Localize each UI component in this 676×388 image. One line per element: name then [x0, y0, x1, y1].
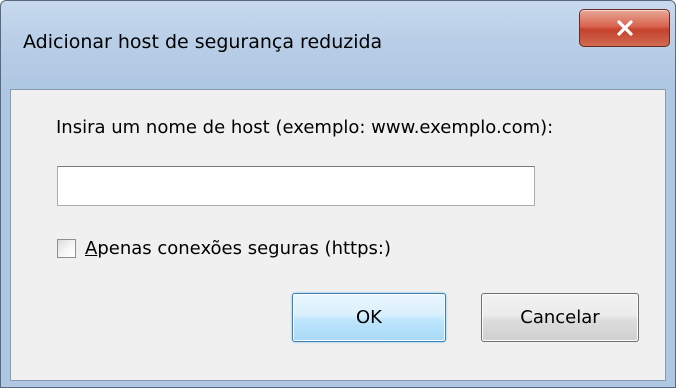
host-name-input[interactable] — [57, 166, 535, 206]
host-prompt-label: Insira um nome de host (exemplo: www.exe… — [56, 117, 554, 138]
secure-only-checkbox[interactable] — [57, 238, 76, 258]
cancel-button[interactable]: Cancelar — [481, 293, 639, 342]
dialog-title: Adicionar host de segurança reduzida — [23, 31, 383, 53]
close-button[interactable] — [579, 9, 670, 47]
close-x-icon — [616, 20, 634, 36]
secure-only-mnemonic: A — [85, 237, 98, 259]
secure-only-label: Apenas conexões seguras (https:) — [85, 238, 391, 259]
secure-only-label-text: penas conexões seguras (https:) — [97, 237, 391, 259]
ok-button[interactable]: OK — [292, 293, 446, 342]
secure-only-option[interactable]: Apenas conexões seguras (https:) — [57, 236, 391, 260]
title-bar[interactable]: Adicionar host de segurança reduzida — [1, 1, 675, 89]
dialog-window: Adicionar host de segurança reduzida Ins… — [0, 0, 676, 388]
dialog-body: Insira um nome de host (exemplo: www.exe… — [10, 89, 666, 381]
